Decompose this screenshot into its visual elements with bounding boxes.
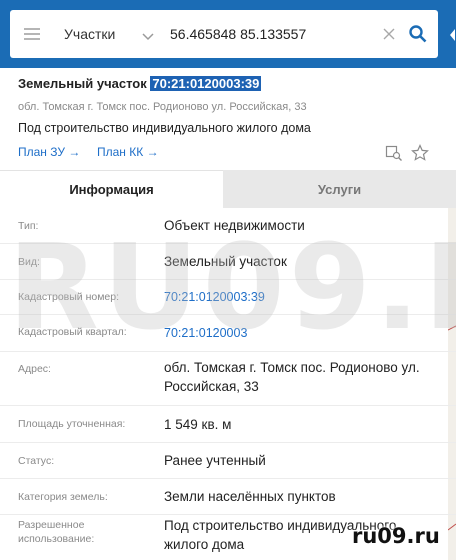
info-row-status: Статус: Ранее учтенный [0,443,456,479]
search-input[interactable] [158,14,376,54]
info-value: Земли населённых пунктов [164,489,336,504]
find-on-map-icon[interactable] [385,144,403,162]
info-row-cadastral-number: Кадастровый номер: 70:21:0120003:39 [0,280,456,315]
parcel-title: Земельный участок 70:21:0120003:39 [18,76,262,91]
info-value: Объект недвижимости [164,218,305,233]
info-row-land-category: Категория земель: Земли населённых пункт… [0,479,456,515]
info-label: Кадастровый номер: [18,291,120,303]
info-row-address: Адрес: обл. Томская г. Томск пос. Родион… [0,352,456,406]
menu-icon[interactable] [10,10,54,58]
star-icon[interactable] [411,144,429,162]
layer-select[interactable]: Участки [54,10,158,58]
search-icon[interactable] [402,10,434,58]
info-label: Адрес: [18,363,51,375]
info-row-kind: Вид: Земельный участок [0,244,456,280]
info-row-cadastral-quarter: Кадастровый квартал: 70:21:0120003 [0,315,456,352]
cadastral-number-link[interactable]: 70:21:0120003:39 [164,288,434,307]
close-icon[interactable] [376,10,402,58]
top-search-bar: Участки [0,0,456,68]
search-box: Участки [10,10,438,58]
chevron-down-icon [142,28,154,46]
tab-information[interactable]: Информация [0,170,223,208]
info-value: Земельный участок [164,254,287,269]
info-value: обл. Томская г. Томск пос. Родионово ул.… [164,360,420,394]
plan-kk-link[interactable]: План КК → [97,145,159,159]
info-label: Кадастровый квартал: [18,326,127,338]
info-label: Статус: [18,455,55,467]
info-label: Тип: [18,220,39,232]
info-value: Под строительство индивидуального жилого… [164,518,397,552]
info-row-area: Площадь уточненная: 1 549 кв. м [0,406,456,443]
parcel-title-prefix: Земельный участок [18,76,147,91]
tab-services[interactable]: Услуги [223,170,456,208]
info-label: Категория земель: [18,491,108,503]
info-row-permitted-use: Разрешенное использование: Под строитель… [0,515,456,560]
cadastral-quarter-link[interactable]: 70:21:0120003 [164,324,434,343]
plan-zu-link[interactable]: План ЗУ → [18,145,80,159]
info-value: Ранее учтенный [164,453,266,468]
info-label: Площадь уточненная: [18,418,126,430]
info-label: Разрешенное использование: [18,519,95,545]
info-value: 1 549 кв. м [164,417,232,432]
parcel-purpose: Под строительство индивидуального жилого… [18,121,311,135]
tabs: Информация Услуги [0,170,456,208]
info-row-type: Тип: Объект недвижимости [0,208,456,244]
collapse-arrow-icon[interactable] [448,28,456,41]
parcel-address: обл. Томская г. Томск пос. Родионово ул.… [18,101,307,113]
layer-select-label: Участки [64,26,116,42]
info-label: Вид: [18,256,40,268]
parcel-header: Земельный участок 70:21:0120003:39 обл. … [0,68,456,170]
parcel-cadastral-number[interactable]: 70:21:0120003:39 [150,76,262,91]
